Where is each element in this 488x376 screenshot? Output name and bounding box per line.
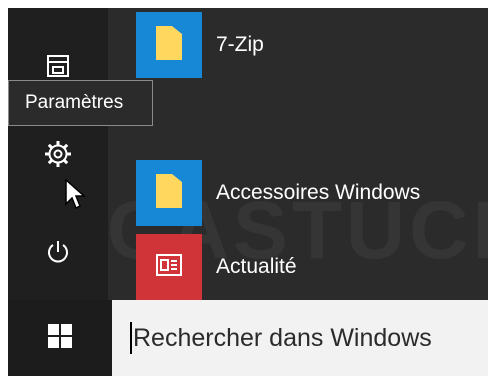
- app-item-7zip[interactable]: 7-Zip: [136, 12, 264, 78]
- start-menu-screenshot: PCASTUCES: [0, 0, 488, 376]
- text-caret: [130, 322, 132, 354]
- settings-gear-icon: [44, 140, 72, 168]
- app-item-accessoires-windows[interactable]: Accessoires Windows: [136, 160, 420, 226]
- power-button[interactable]: [36, 230, 80, 274]
- folder-icon: [154, 24, 184, 67]
- start-menu-panel: PCASTUCES: [8, 8, 488, 300]
- app-tile: [136, 12, 202, 78]
- app-tile: [136, 234, 202, 300]
- power-icon: [45, 239, 71, 265]
- app-item-actualite[interactable]: Actualité: [136, 234, 297, 300]
- app-label: 7-Zip: [216, 33, 264, 56]
- file-explorer-icon: [45, 53, 71, 79]
- search-input[interactable]: Rechercher dans Windows: [112, 300, 488, 376]
- taskbar: Rechercher dans Windows: [8, 300, 488, 376]
- start-button[interactable]: [8, 300, 112, 376]
- app-tile: [136, 160, 202, 226]
- search-placeholder: Rechercher dans Windows: [133, 323, 432, 352]
- news-icon: [155, 253, 183, 282]
- windows-logo-icon: [48, 323, 72, 353]
- mouse-pointer-icon: [64, 178, 86, 215]
- folder-icon: [154, 172, 184, 215]
- app-label: Actualité: [216, 255, 297, 278]
- start-menu-rail: [8, 8, 108, 300]
- settings-tooltip: Paramètres: [8, 80, 153, 126]
- settings-button[interactable]: [36, 132, 80, 176]
- app-label: Accessoires Windows: [216, 181, 421, 204]
